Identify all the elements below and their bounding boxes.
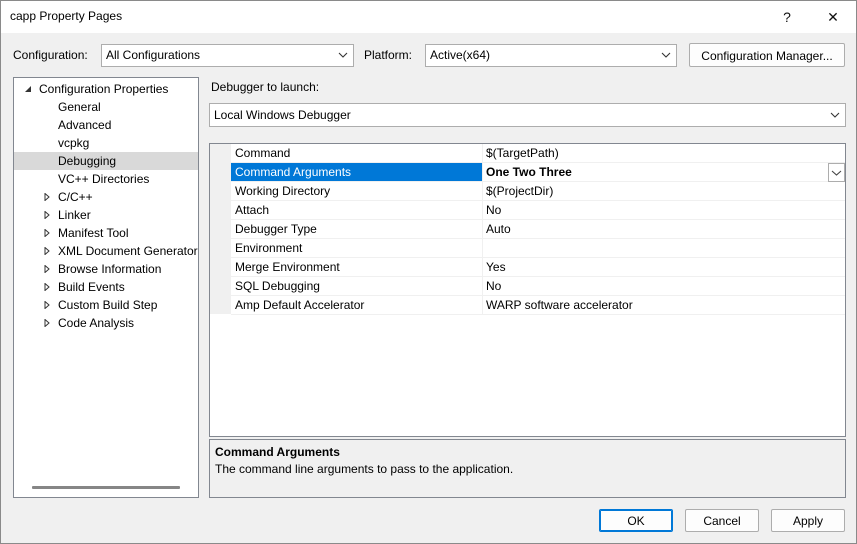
tree-item-code-analysis[interactable]: Code Analysis xyxy=(14,314,198,332)
tree-item-label: General xyxy=(58,100,101,114)
collapsed-triangle-icon[interactable] xyxy=(43,211,51,219)
tree-item-label: Browse Information xyxy=(58,262,162,276)
property-value[interactable]: Auto xyxy=(483,220,845,239)
title-bar: capp Property Pages ? ✕ xyxy=(1,1,856,33)
property-row-debugger-type[interactable]: Debugger Type Auto xyxy=(210,220,845,239)
property-name: Merge Environment xyxy=(231,258,483,277)
tree-item-custom-build-step[interactable]: Custom Build Step xyxy=(14,296,198,314)
tree-item-label: Linker xyxy=(58,208,91,222)
tree-item-vcpkg[interactable]: vcpkg xyxy=(14,134,198,152)
property-row-command[interactable]: Command $(TargetPath) xyxy=(210,144,845,163)
property-row-working-directory[interactable]: Working Directory $(ProjectDir) xyxy=(210,182,845,201)
collapsed-triangle-icon[interactable] xyxy=(43,229,51,237)
configuration-label: Configuration: xyxy=(13,48,88,62)
property-name: Working Directory xyxy=(231,182,483,201)
tree-item-build-events[interactable]: Build Events xyxy=(14,278,198,296)
property-value[interactable]: No xyxy=(483,277,845,296)
tree-item-label: VC++ Directories xyxy=(58,172,150,186)
chevron-down-icon xyxy=(661,52,671,58)
tree-item-manifest-tool[interactable]: Manifest Tool xyxy=(14,224,198,242)
tree-item-label: Manifest Tool xyxy=(58,226,129,240)
tree-item-label: vcpkg xyxy=(58,136,90,150)
configuration-value: All Configurations xyxy=(106,48,201,62)
collapsed-triangle-icon[interactable] xyxy=(43,319,51,327)
property-pages-dialog: capp Property Pages ? ✕ Configuration: A… xyxy=(0,0,857,544)
configuration-dropdown[interactable]: All Configurations xyxy=(101,44,354,67)
platform-value: Active(x64) xyxy=(430,48,491,62)
debugger-value: Local Windows Debugger xyxy=(214,108,351,122)
property-value[interactable]: No xyxy=(483,201,845,220)
description-text: The command line arguments to pass to th… xyxy=(215,462,514,476)
description-title: Command Arguments xyxy=(215,445,340,459)
close-icon: ✕ xyxy=(827,8,839,25)
platform-dropdown[interactable]: Active(x64) xyxy=(425,44,677,67)
property-value[interactable]: Yes xyxy=(483,258,845,277)
chevron-down-icon xyxy=(338,52,348,58)
property-row-environment[interactable]: Environment xyxy=(210,239,845,258)
property-grid[interactable]: Command $(TargetPath) Command Arguments … xyxy=(209,143,846,437)
property-description-panel: Command Arguments The command line argum… xyxy=(209,439,846,498)
tree-horizontal-scrollbar[interactable] xyxy=(32,486,180,489)
property-value[interactable]: $(ProjectDir) xyxy=(483,182,845,201)
help-icon: ? xyxy=(783,9,791,25)
property-name: Attach xyxy=(231,201,483,220)
tree-item-label: Code Analysis xyxy=(58,316,135,330)
property-row-attach[interactable]: Attach No xyxy=(210,201,845,220)
property-dropdown-button[interactable] xyxy=(828,163,845,182)
tree-item-label: Debugging xyxy=(58,154,117,168)
tree-item-label: Advanced xyxy=(58,118,112,132)
property-value-editor[interactable]: One Two Three xyxy=(483,163,845,182)
property-value[interactable]: WARP software accelerator xyxy=(483,296,845,315)
property-row-sql-debugging[interactable]: SQL Debugging No xyxy=(210,277,845,296)
chevron-down-icon xyxy=(830,112,840,118)
chevron-down-icon xyxy=(831,170,842,176)
window-title: capp Property Pages xyxy=(10,9,123,23)
tree-item-vc-directories[interactable]: VC++ Directories xyxy=(14,170,198,188)
property-value: One Two Three xyxy=(486,165,572,179)
cancel-button[interactable]: Cancel xyxy=(685,509,759,532)
configuration-manager-button[interactable]: Configuration Manager... xyxy=(689,43,845,67)
tree-item-advanced[interactable]: Advanced xyxy=(14,116,198,134)
tree-item-label: Build Events xyxy=(58,280,125,294)
debugger-dropdown[interactable]: Local Windows Debugger xyxy=(209,103,846,127)
property-name: Amp Default Accelerator xyxy=(231,296,483,315)
tree-item-configuration-properties[interactable]: Configuration Properties xyxy=(14,80,198,98)
property-value[interactable]: $(TargetPath) xyxy=(483,144,845,163)
tree-item-label: Custom Build Step xyxy=(58,298,158,312)
property-value[interactable] xyxy=(483,239,845,258)
property-name: Command Arguments xyxy=(231,163,483,182)
close-button[interactable]: ✕ xyxy=(810,1,856,33)
tree-item-debugging[interactable]: Debugging xyxy=(14,152,198,170)
property-tree[interactable]: Configuration Properties General Advance… xyxy=(13,77,199,498)
collapsed-triangle-icon[interactable] xyxy=(43,247,51,255)
tree-item-linker[interactable]: Linker xyxy=(14,206,198,224)
property-name: Debugger Type xyxy=(231,220,483,239)
apply-button[interactable]: Apply xyxy=(771,509,845,532)
collapsed-triangle-icon[interactable] xyxy=(43,283,51,291)
property-row-command-arguments[interactable]: Command Arguments One Two Three xyxy=(210,163,845,182)
property-name: Command xyxy=(231,144,483,163)
expanded-triangle-icon[interactable] xyxy=(24,85,32,93)
debugger-to-launch-label: Debugger to launch: xyxy=(211,80,320,94)
collapsed-triangle-icon[interactable] xyxy=(43,193,51,201)
collapsed-triangle-icon[interactable] xyxy=(43,265,51,273)
property-row-amp-default-accelerator[interactable]: Amp Default Accelerator WARP software ac… xyxy=(210,296,845,315)
tree-item-label: C/C++ xyxy=(58,190,93,204)
help-button[interactable]: ? xyxy=(764,1,810,33)
property-row-merge-environment[interactable]: Merge Environment Yes xyxy=(210,258,845,277)
ok-button[interactable]: OK xyxy=(599,509,673,532)
property-name: SQL Debugging xyxy=(231,277,483,296)
property-name: Environment xyxy=(231,239,483,258)
tree-item-browse-information[interactable]: Browse Information xyxy=(14,260,198,278)
tree-item-xml-document-generator[interactable]: XML Document Generator xyxy=(14,242,198,260)
platform-label: Platform: xyxy=(364,48,413,62)
tree-item-c-cpp[interactable]: C/C++ xyxy=(14,188,198,206)
tree-item-general[interactable]: General xyxy=(14,98,198,116)
collapsed-triangle-icon[interactable] xyxy=(43,301,51,309)
tree-item-label: XML Document Generator xyxy=(58,244,198,258)
tree-item-label: Configuration Properties xyxy=(39,82,169,96)
